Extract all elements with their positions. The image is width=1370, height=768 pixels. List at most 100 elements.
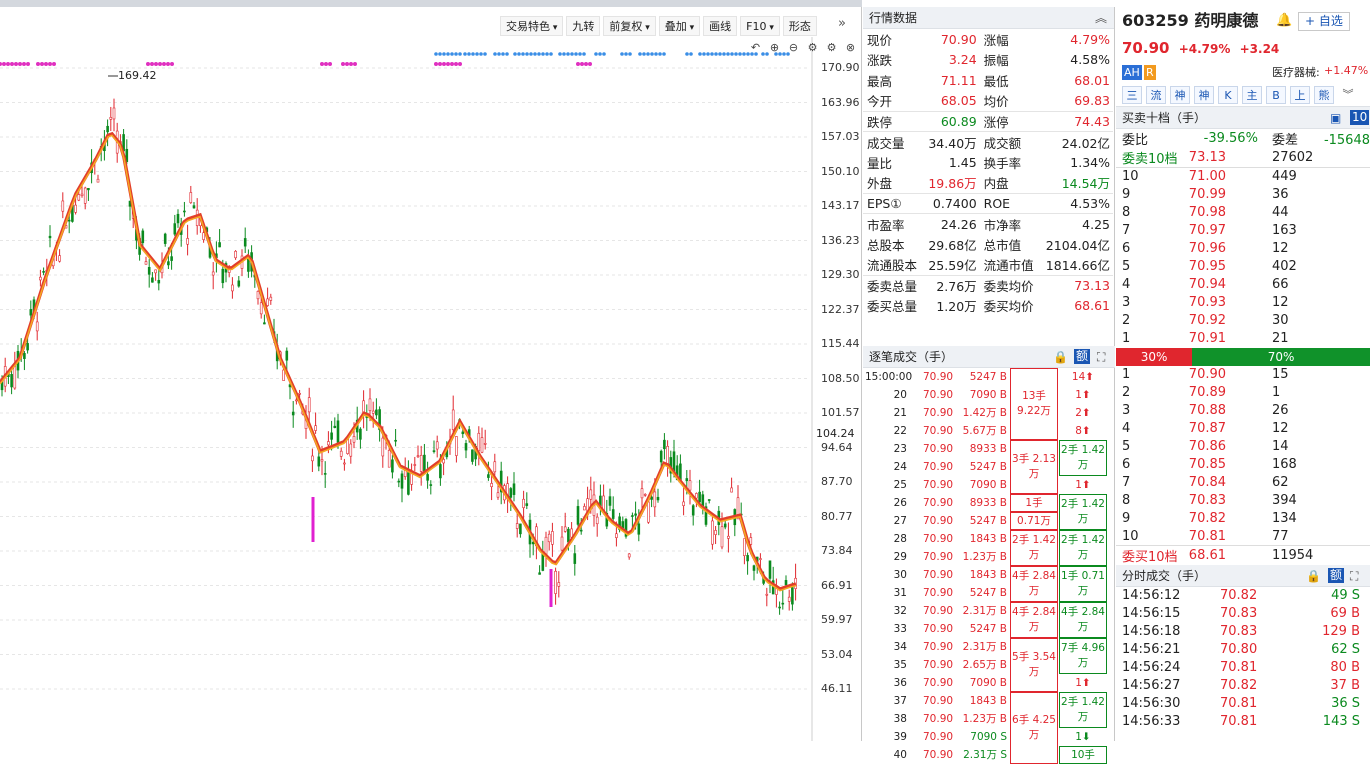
candle-body xyxy=(631,515,634,517)
toolbar-button-5[interactable]: F10 xyxy=(740,16,780,36)
minute-price: 70.80 xyxy=(1220,642,1258,657)
quote-value: 4.25 xyxy=(1039,213,1113,234)
weibi-label: 委比 xyxy=(1122,133,1149,148)
expand-icon[interactable]: ⛶ xyxy=(1350,565,1358,587)
add-watchlist-button[interactable]: + 自选 xyxy=(1298,12,1350,31)
candle-body xyxy=(375,409,378,416)
chart-control-icon-2[interactable]: ⊖ xyxy=(786,40,801,55)
kline-chart[interactable]: 169.42 xyxy=(0,7,862,741)
candle-body xyxy=(221,268,225,284)
candle-body xyxy=(512,483,516,495)
candle-body xyxy=(653,491,657,508)
lock-icon[interactable]: 🔒 xyxy=(1306,565,1321,587)
candle-body xyxy=(621,521,625,529)
indicator-tab[interactable]: 三 xyxy=(1122,85,1142,104)
orderbook-mode-icon[interactable]: ▣ xyxy=(1330,107,1341,129)
ask-row-cell: 4 xyxy=(1122,277,1131,292)
indicator-tab[interactable]: 熊 xyxy=(1314,85,1334,104)
signal-dot xyxy=(458,62,462,66)
toolbar-button-6[interactable]: 形态 xyxy=(782,16,817,36)
tick-volume: 2.31万 B xyxy=(962,605,1007,617)
ah-tag[interactable]: AH xyxy=(1122,65,1142,80)
tick-row: 27 70.90 5247 B xyxy=(863,512,1011,530)
chart-control-icon-3[interactable]: ⚙ xyxy=(805,40,820,55)
expand-icon[interactable]: ⛶ xyxy=(1097,346,1105,368)
signal-dot xyxy=(471,52,475,56)
tick-volume: 7090 B xyxy=(969,389,1007,401)
tick-price: 70.90 xyxy=(923,677,954,689)
lock-icon[interactable]: 🔒 xyxy=(1053,346,1068,368)
depth-badge[interactable]: 10 xyxy=(1350,110,1370,125)
candle-body xyxy=(147,267,151,275)
candle-body xyxy=(759,558,762,560)
toolbar-button-1[interactable]: 九转 xyxy=(566,16,601,36)
bell-icon[interactable]: 🔔 xyxy=(1276,7,1292,35)
chart-control-icon-0[interactable]: ↶ xyxy=(748,40,763,55)
collapse-panel-icon[interactable]: » xyxy=(838,16,846,31)
candle-body xyxy=(243,238,247,247)
candle-body xyxy=(381,437,385,457)
tick-group-sell: 5手 3.54万 xyxy=(1010,638,1058,692)
toolbar-button-0[interactable]: 交易特色 xyxy=(500,16,564,36)
candle-body xyxy=(567,528,570,543)
buy-summary-row-cell: 委买10档 xyxy=(1122,550,1178,565)
candle-body xyxy=(320,459,324,462)
industry-label[interactable]: 医疗器械: xyxy=(1272,64,1320,80)
minute-trades: 14:56:12 70.82 49 S 14:56:15 70.83 69 B 14:56:… xyxy=(1116,587,1370,731)
tabs-more-icon[interactable]: ︾ xyxy=(1338,86,1358,104)
quote-value: 2104.04亿 xyxy=(1045,237,1110,253)
indicator-tab[interactable]: 流 xyxy=(1146,85,1166,104)
ask-row-cell: 70.98 xyxy=(1188,205,1227,220)
quote-label: 今开 xyxy=(867,94,893,109)
indicator-tab[interactable]: K xyxy=(1218,85,1238,104)
signal-dot xyxy=(463,52,467,56)
quote-row: 跌停 60.89 涨停 74.43 xyxy=(863,110,1113,132)
y-tick-label: 170.90 xyxy=(821,61,860,74)
tick-price: 70.90 xyxy=(923,695,954,707)
tick-row: 38 70.90 1.23万 B xyxy=(863,710,1011,728)
pct-change: +4.79% xyxy=(1178,42,1231,56)
candle-body xyxy=(327,441,330,446)
info-icon[interactable]: ℹ xyxy=(1253,7,1257,35)
indicator-tab[interactable]: 上 xyxy=(1290,85,1310,104)
candle-body xyxy=(170,256,173,261)
candle-body xyxy=(269,296,273,301)
ask-row-cell: 21 xyxy=(1271,331,1289,346)
kline-chart-panel[interactable]: 169.42 交易特色九转前复权叠加画线F10形态 » ↶ ⊕ ⊖ ⚙ ⚙ ⊗ 170.9… xyxy=(0,7,862,741)
toolbar-button-2[interactable]: 前复权 xyxy=(603,16,656,36)
tick-price: 70.90 xyxy=(923,587,954,599)
tick-group-buy: 1⬆ xyxy=(1075,676,1091,689)
minute-price: 70.82 xyxy=(1220,588,1258,603)
sell-summary-row-cell: 73.13 xyxy=(1188,150,1227,165)
bid-row-cell: 70.90 xyxy=(1188,367,1227,382)
orderbook-table: 委比 -39.56% 委差 -15648 委卖10档 73.13 27602 10 71.00 4… xyxy=(1116,129,1370,565)
chart-control-icon-5[interactable]: ⊗ xyxy=(843,40,858,55)
quote-label: 最低 xyxy=(983,73,1009,89)
indicator-tab[interactable]: 主 xyxy=(1242,85,1262,104)
chart-control-icon-1[interactable]: ⊕ xyxy=(767,40,782,55)
toolbar-button-4[interactable]: 画线 xyxy=(703,16,738,36)
quote-row: 今开 68.05 均价 69.83 xyxy=(863,91,1113,112)
indicator-tab[interactable]: 神 xyxy=(1170,85,1190,104)
indicator-tab[interactable]: B xyxy=(1266,85,1286,104)
r-tag[interactable]: R xyxy=(1144,65,1156,80)
collapse-up-icon[interactable]: ︽ xyxy=(1095,7,1107,29)
price-header: 70.90 +4.79% +3.24 xyxy=(1116,35,1370,61)
candle-body xyxy=(192,205,196,209)
toolbar-button-3[interactable]: 叠加 xyxy=(658,16,701,36)
candle-body xyxy=(685,478,689,482)
amount-toggle-icon[interactable]: 额 xyxy=(1074,349,1091,364)
signal-dot xyxy=(588,62,592,66)
tick-price: 70.90 xyxy=(923,749,954,761)
amount-toggle-icon[interactable]: 额 xyxy=(1328,568,1345,583)
candle-body xyxy=(435,441,439,450)
signal-dot xyxy=(446,52,450,56)
tick-row: 40 70.90 2.31万 S xyxy=(863,746,1011,764)
indicator-tab[interactable]: 神 xyxy=(1194,85,1214,104)
candle-body xyxy=(96,178,100,183)
tick-time: 25 xyxy=(893,479,907,491)
y-tick-label: 94.64 xyxy=(821,440,853,454)
candle-body xyxy=(74,204,77,213)
chart-control-icon-4[interactable]: ⚙ xyxy=(824,40,839,55)
weicha-label: 委差 xyxy=(1271,133,1298,148)
